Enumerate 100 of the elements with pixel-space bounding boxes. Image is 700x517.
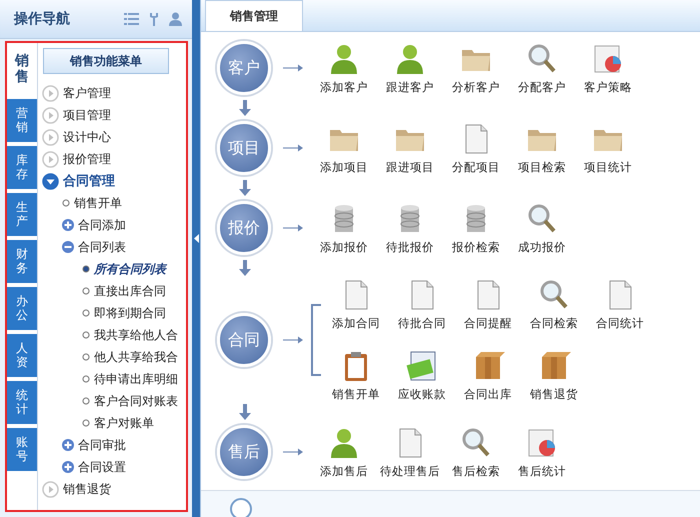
function-shortcut[interactable]: 添加项目 [311, 122, 377, 174]
list-icon[interactable] [124, 13, 139, 25]
side-tab[interactable]: 财务 [7, 240, 37, 283]
right-arrow-icon [283, 448, 303, 456]
shortcut-label: 添加报价 [320, 240, 368, 254]
stage-circle: 报价 [217, 201, 271, 255]
stage-circle: 客户 [217, 41, 271, 95]
shortcut-label: 待处理售后 [380, 464, 440, 478]
function-shortcut[interactable]: 添加售后 [311, 426, 377, 478]
tree-item[interactable]: 合同审批 [78, 436, 126, 454]
shortcut-label: 合同出库 [464, 387, 512, 402]
sidebar-title: 操作导航 [14, 10, 70, 28]
function-shortcut[interactable]: 跟进项目 [377, 122, 443, 174]
tree-item[interactable]: 我共享给他人合 [94, 326, 178, 344]
tree-item[interactable]: 客户合同对账表 [94, 392, 178, 410]
expander-icon[interactable] [62, 219, 74, 231]
tree-item[interactable]: 合同列表 [78, 238, 126, 256]
down-arrow-icon [239, 260, 251, 276]
function-shortcut[interactable]: 销售退货 [521, 349, 587, 402]
shortcut-label: 添加售后 [320, 464, 368, 478]
shortcut-label: 添加客户 [320, 80, 368, 94]
function-shortcut[interactable]: 分配项目 [443, 122, 509, 174]
shortcut-label: 待批报价 [386, 240, 434, 254]
side-tab[interactable]: 办公 [7, 287, 37, 330]
tree-item[interactable]: 项目管理 [63, 106, 111, 124]
function-shortcut[interactable]: 成功报价 [509, 202, 575, 254]
tree-item[interactable]: 所有合同列表 [94, 260, 166, 278]
side-tab[interactable]: 人资 [7, 334, 37, 377]
shortcut-label: 分配客户 [518, 80, 566, 94]
right-arrow-icon [283, 336, 303, 344]
expander-icon[interactable] [42, 172, 59, 190]
side-tab[interactable]: 营销 [7, 99, 37, 142]
shortcut-label: 跟进客户 [386, 80, 434, 94]
function-shortcut[interactable]: 待处理售后 [377, 426, 443, 478]
shortcut-label: 待批合同 [398, 316, 446, 331]
tree-item[interactable]: 客户管理 [63, 84, 111, 102]
function-shortcut[interactable]: 添加合同 [323, 278, 389, 331]
right-arrow-icon [283, 144, 303, 152]
function-shortcut[interactable]: 添加客户 [311, 42, 377, 94]
shortcut-label: 合同检索 [530, 316, 578, 331]
shortcut-label: 客户策略 [584, 80, 632, 94]
function-shortcut[interactable]: 跟进客户 [377, 42, 443, 94]
tree-item[interactable]: 销售开单 [74, 194, 122, 212]
function-shortcut[interactable]: 待批报价 [377, 202, 443, 254]
down-arrow-icon [239, 180, 251, 196]
tree-item[interactable]: 设计中心 [63, 128, 111, 146]
tree-item[interactable]: 合同管理 [63, 172, 115, 190]
expander-icon[interactable] [62, 241, 74, 253]
side-tab[interactable]: 库存 [7, 146, 37, 189]
function-shortcut[interactable]: 合同统计 [587, 278, 653, 331]
function-shortcut[interactable]: 销售开单 [323, 349, 389, 402]
tree-item[interactable]: 直接出库合同 [94, 282, 166, 300]
page-tab[interactable]: 销售管理 [205, 0, 303, 31]
shortcut-label: 售后检索 [452, 464, 500, 478]
shortcut-label: 项目检索 [518, 160, 566, 174]
function-shortcut[interactable]: 合同检索 [521, 278, 587, 331]
function-shortcut[interactable]: 添加报价 [311, 202, 377, 254]
menu-title-button[interactable]: 销售功能菜单 [43, 48, 169, 74]
function-shortcut[interactable]: 售后检索 [443, 426, 509, 478]
function-shortcut[interactable]: 客户策略 [575, 42, 641, 94]
stage-circle: 项目 [217, 121, 271, 175]
function-shortcut[interactable]: 合同出库 [455, 349, 521, 402]
down-arrow-icon [239, 404, 251, 420]
shortcut-label: 报价检索 [452, 240, 500, 254]
right-arrow-icon [283, 224, 303, 232]
tree-item[interactable]: 合同添加 [78, 216, 126, 234]
expander-icon[interactable] [62, 439, 74, 451]
tree-item[interactable]: 报价管理 [63, 150, 111, 168]
tree-item[interactable]: 合同设置 [78, 458, 126, 476]
tree-item[interactable]: 客户对账单 [94, 414, 154, 432]
tree-item[interactable]: 即将到期合同 [94, 304, 166, 322]
function-shortcut[interactable]: 项目检索 [509, 122, 575, 174]
tree-item[interactable]: 待申请出库明细 [94, 370, 178, 388]
shortcut-label: 分析客户 [452, 80, 500, 94]
shortcut-label: 销售退货 [530, 387, 578, 402]
side-tab[interactable]: 生产 [7, 193, 37, 236]
shortcut-label: 跟进项目 [386, 160, 434, 174]
function-shortcut[interactable]: 分析客户 [443, 42, 509, 94]
shortcut-label: 添加合同 [332, 316, 380, 331]
side-tab[interactable]: 账号 [7, 428, 37, 471]
collapse-arrow-icon[interactable] [194, 234, 198, 243]
side-tab[interactable]: 统计 [7, 381, 37, 424]
tree-item[interactable]: 他人共享给我合 [94, 348, 178, 366]
user-icon[interactable] [169, 12, 182, 26]
function-shortcut[interactable]: 报价检索 [443, 202, 509, 254]
function-shortcut[interactable]: 售后统计 [509, 426, 575, 478]
function-shortcut[interactable]: 待批合同 [389, 278, 455, 331]
function-shortcut[interactable]: 项目统计 [575, 122, 641, 174]
shortcut-label: 添加项目 [320, 160, 368, 174]
function-shortcut[interactable]: 应收账款 [389, 349, 455, 402]
stage-circle: 售后 [217, 425, 271, 479]
shortcut-label: 合同统计 [596, 316, 644, 331]
function-shortcut[interactable]: 合同提醒 [455, 278, 521, 331]
shortcut-label: 销售开单 [332, 387, 380, 402]
shortcut-label: 应收账款 [398, 387, 446, 402]
expander-icon[interactable] [62, 461, 74, 473]
tree-item[interactable]: 销售退货 [63, 480, 111, 498]
stage-circle: 合同 [217, 313, 271, 367]
shortcut-label: 分配项目 [452, 160, 500, 174]
function-shortcut[interactable]: 分配客户 [509, 42, 575, 94]
